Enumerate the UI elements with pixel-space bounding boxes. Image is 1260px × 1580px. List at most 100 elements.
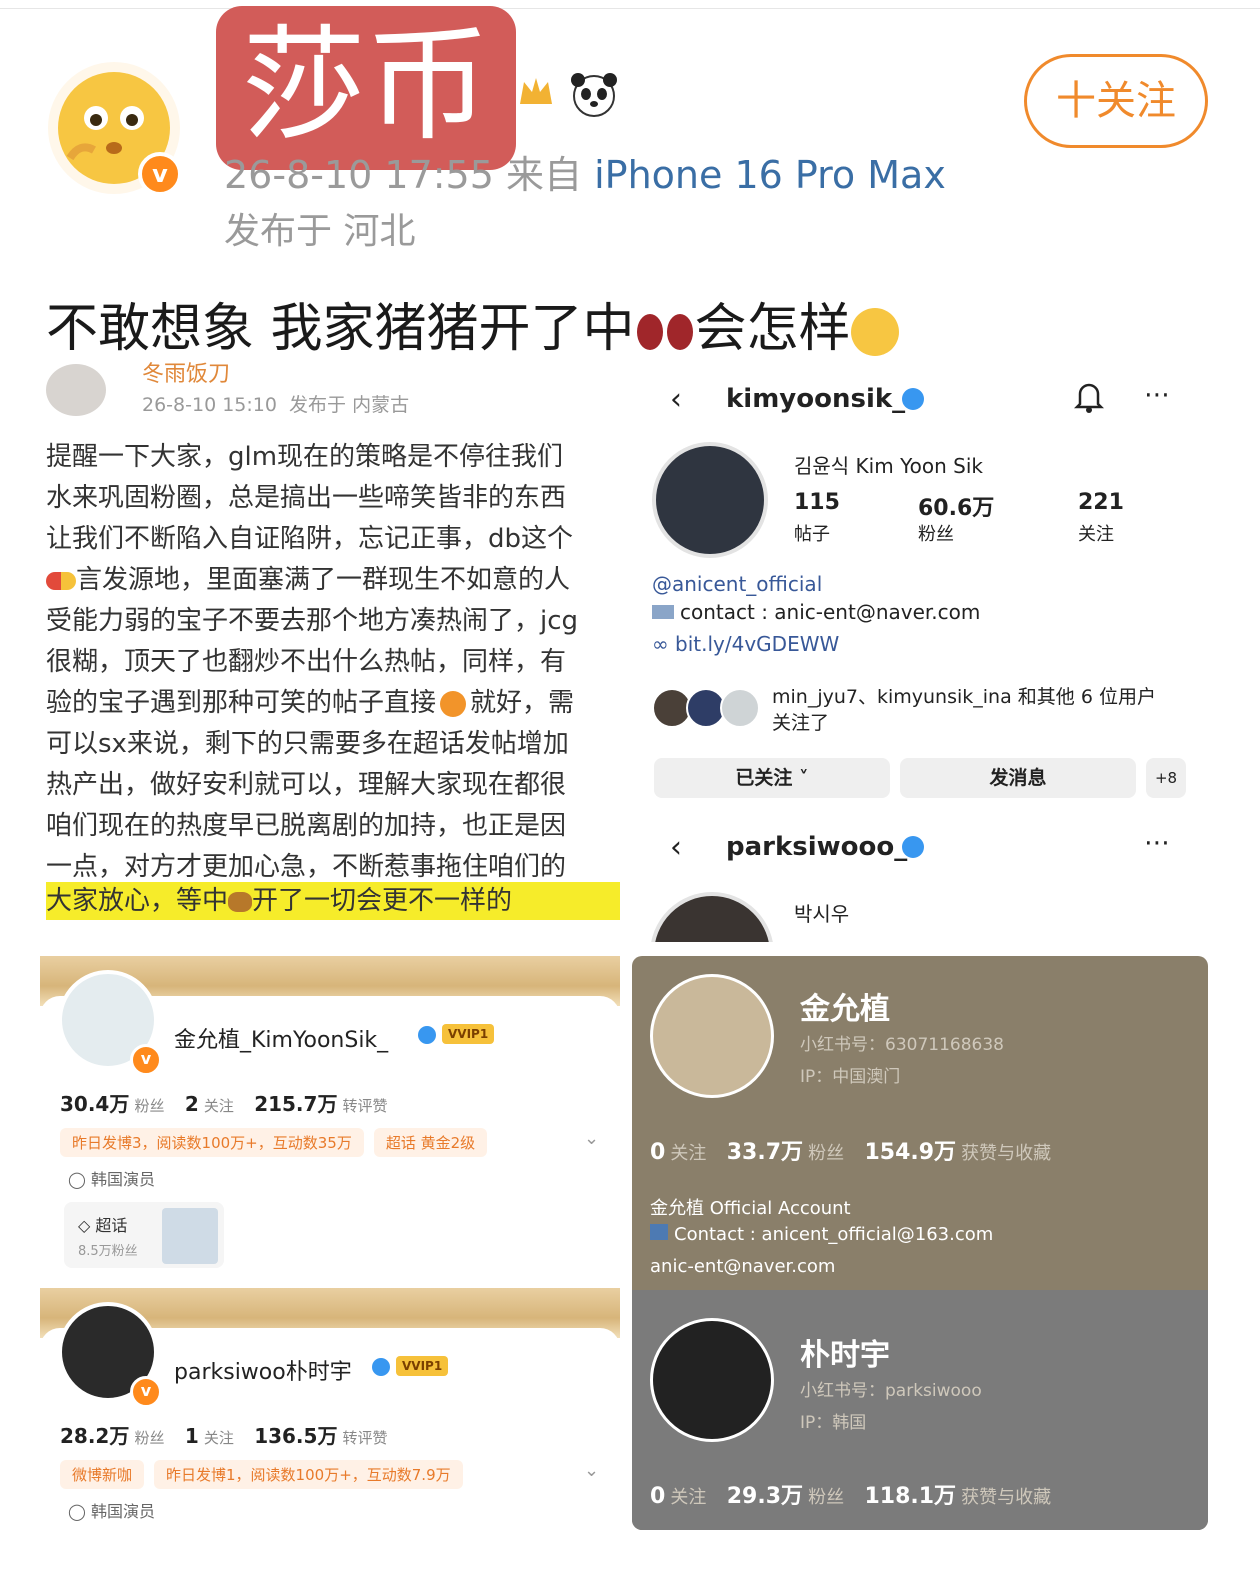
- post-from: 来自: [506, 153, 583, 197]
- ig-contact: contact : anic-ent@naver.com: [652, 600, 980, 624]
- fans-label: 粉丝: [808, 1143, 845, 1164]
- verified-icon: [902, 836, 924, 858]
- quoted-line: 咱们现在的热度早已脱离剧的加持，也正是因: [46, 811, 567, 841]
- panda-icon: [568, 70, 620, 118]
- xhs-stats-2: 0 关注 29.3万 粉丝 118.1万 获赞与收藏: [650, 1478, 1051, 1510]
- diamond-icon: ◇: [78, 1216, 91, 1235]
- quoted-meta: 26-8-10 15:10 发布于 内蒙古: [142, 390, 409, 417]
- activity-tag[interactable]: 昨日发博3，阅读数100万+，互动数35万: [60, 1128, 364, 1157]
- quoted-line: 水来巩固粉圈，总是搞出一些啼笑皆非的东西: [46, 483, 567, 513]
- quoted-post-image[interactable]: 冬雨饭刀 26-8-10 15:10 发布于 内蒙古 提醒一下大家，glm现在的…: [40, 362, 620, 942]
- fans-label: 粉丝: [808, 1487, 845, 1508]
- xhs-ip-2: IP：韩国: [800, 1413, 867, 1433]
- follow-count[interactable]: 2: [185, 1092, 199, 1116]
- quoted-location: 发布于 内蒙古: [289, 394, 410, 416]
- follow-count[interactable]: 0: [650, 1484, 665, 1509]
- xiaohongshu-screenshot[interactable]: 金允植 小红书号：63071168638 IP：中国澳门 0 关注 33.7万 …: [632, 956, 1208, 1530]
- activity-tag[interactable]: 昨日发博1，阅读数100万+，互动数7.9万: [154, 1460, 463, 1489]
- follow-label: 关注: [203, 1429, 234, 1447]
- likes-label: 转评赞: [342, 1097, 388, 1115]
- ig-fullname-2: 박시우: [794, 902, 850, 926]
- ig-following-label: 关注: [1078, 524, 1114, 545]
- post-location: 发布于 河北: [224, 211, 416, 252]
- weibo-tags: 微博新咖 昨日发博1，阅读数100万+，互动数7.9万: [60, 1460, 473, 1489]
- weibo-profile-2[interactable]: v parksiwoo朴时宇 VVIP1 28.2万 粉丝 1 关注 136.5…: [40, 1288, 620, 1558]
- fans-count[interactable]: 28.2万: [60, 1424, 129, 1448]
- quoted-line: 让我们不断陷入自证陷阱，忘记正事，db这个: [46, 524, 574, 554]
- ig-add-user-button[interactable]: +8: [1146, 758, 1186, 798]
- mailbox-icon: [650, 1224, 668, 1240]
- weibo-tags: 昨日发博3，阅读数100万+，互动数35万 超话 黄金2级: [60, 1128, 497, 1157]
- ig-posts-count: 115: [794, 490, 840, 515]
- pill-emoji-icon: [46, 571, 76, 590]
- bell-icon[interactable]: [1073, 380, 1105, 414]
- post-time: 26-8-10 17:55: [224, 153, 494, 197]
- more-icon[interactable]: ⋯: [1144, 828, 1170, 858]
- quoted-author: 冬雨饭刀: [142, 362, 231, 387]
- ig-following-count[interactable]: 221: [1078, 490, 1124, 515]
- weibo-role: ◯ 韩国演员: [68, 1166, 155, 1190]
- fans-count[interactable]: 33.7万: [727, 1140, 803, 1165]
- highlight-text-2: 开了一切会更不一样的: [252, 886, 513, 916]
- likes-label: 获赞与收藏: [961, 1143, 1052, 1164]
- likes-label: 转评赞: [342, 1429, 388, 1447]
- back-arrow-icon[interactable]: ‹: [670, 830, 682, 865]
- weibo-profile-1[interactable]: v 金允植_KimYoonSik_ VVIP1 30.4万 粉丝 2 关注 21…: [40, 956, 620, 1274]
- quoted-line-with-orange: 验的宝子遇到那种可笑的帖子直接 就好，需: [46, 682, 574, 719]
- orange-emoji-icon: [440, 690, 467, 717]
- ig-following-button-label: 已关注: [735, 767, 793, 789]
- chevron-down-icon[interactable]: ⌄: [584, 1460, 599, 1481]
- supertopic-thumbnail: [162, 1208, 218, 1264]
- vip-badge: VVIP1: [396, 1356, 449, 1376]
- role-text: 韩国演员: [91, 1502, 156, 1521]
- supertopic-label: ◇ 超话: [78, 1212, 127, 1236]
- verified-icon: [902, 388, 924, 410]
- supertopic-level-tag[interactable]: 超话 黄金2级: [373, 1128, 488, 1157]
- post-device[interactable]: iPhone 16 Pro Max: [594, 153, 946, 197]
- xhs-stats: 0 关注 33.7万 粉丝 154.9万 获赞与收藏: [650, 1134, 1051, 1166]
- follow-label: 关注: [670, 1487, 707, 1508]
- top-divider: [0, 8, 1260, 9]
- fans-count[interactable]: 30.4万: [60, 1092, 129, 1116]
- fans-label: 粉丝: [134, 1429, 165, 1447]
- quoted-date: 26-8-10 15:10: [142, 394, 277, 416]
- xhs-name: 金允植: [800, 992, 890, 1027]
- xhs-bio-line: Contact : anicent_official@163.com: [650, 1224, 993, 1245]
- ig-contact-text: contact : anic-ent@naver.com: [680, 600, 981, 624]
- ig-linked-account[interactable]: @anicent_official: [652, 572, 822, 596]
- follow-count[interactable]: 0: [650, 1140, 665, 1165]
- more-icon[interactable]: ⋯: [1144, 380, 1170, 410]
- fans-count[interactable]: 29.3万: [727, 1484, 803, 1509]
- ig-mutual-text[interactable]: min_jyu7、kimyunsik_ina 和其他 6 位用户: [772, 682, 1156, 709]
- instagram-screenshot[interactable]: ‹ kimyoonsik_ ⋯ 김윤식 Kim Yoon Sik 115 帖子 …: [640, 362, 1220, 942]
- shield-icon: ◯: [68, 1170, 86, 1189]
- xhs-id: 小红书号：63071168638: [800, 1035, 1004, 1055]
- ig-bio-link[interactable]: ∞ bit.ly/4vGDEWW: [652, 632, 839, 656]
- quoted-highlight: 大家放心，等中 开了一切会更不一样的: [40, 882, 620, 920]
- xhs-avatar-2[interactable]: [650, 1318, 774, 1442]
- verified-badge-icon: v: [130, 1044, 162, 1076]
- back-arrow-icon[interactable]: ‹: [670, 382, 682, 417]
- likes-label: 获赞与收藏: [961, 1487, 1052, 1508]
- quoted-avatar: [46, 364, 106, 416]
- xhs-avatar[interactable]: [650, 974, 774, 1098]
- role-text: 韩国演员: [91, 1170, 156, 1189]
- ig-followers-count[interactable]: 60.6万: [918, 490, 994, 522]
- ig-following-button[interactable]: 已关注 ˅: [654, 758, 890, 798]
- shield-icon: ◯: [68, 1502, 86, 1521]
- ig-username-2: parksiwooo_: [726, 832, 908, 862]
- follow-button[interactable]: 十关注: [1024, 54, 1208, 148]
- ig-avatar[interactable]: [652, 442, 768, 558]
- ig-followers-label: 粉丝: [918, 524, 954, 545]
- likes-count: 118.1万: [864, 1484, 957, 1509]
- follow-label: 关注: [670, 1143, 707, 1164]
- ig-message-button[interactable]: 发消息: [900, 758, 1136, 798]
- newcomer-tag[interactable]: 微博新咖: [60, 1460, 145, 1489]
- thinking-emoji-icon: [850, 308, 899, 356]
- chevron-down-icon[interactable]: ⌄: [584, 1128, 599, 1149]
- ig-bio-link-text: bit.ly/4vGDEWW: [675, 632, 840, 656]
- follow-count[interactable]: 1: [185, 1424, 199, 1448]
- quoted-line: 很糊，顶天了也翻炒不出什么热帖，同样，有: [46, 647, 567, 677]
- likes-count: 215.7万: [254, 1092, 338, 1116]
- ig-avatar-2[interactable]: [650, 892, 774, 942]
